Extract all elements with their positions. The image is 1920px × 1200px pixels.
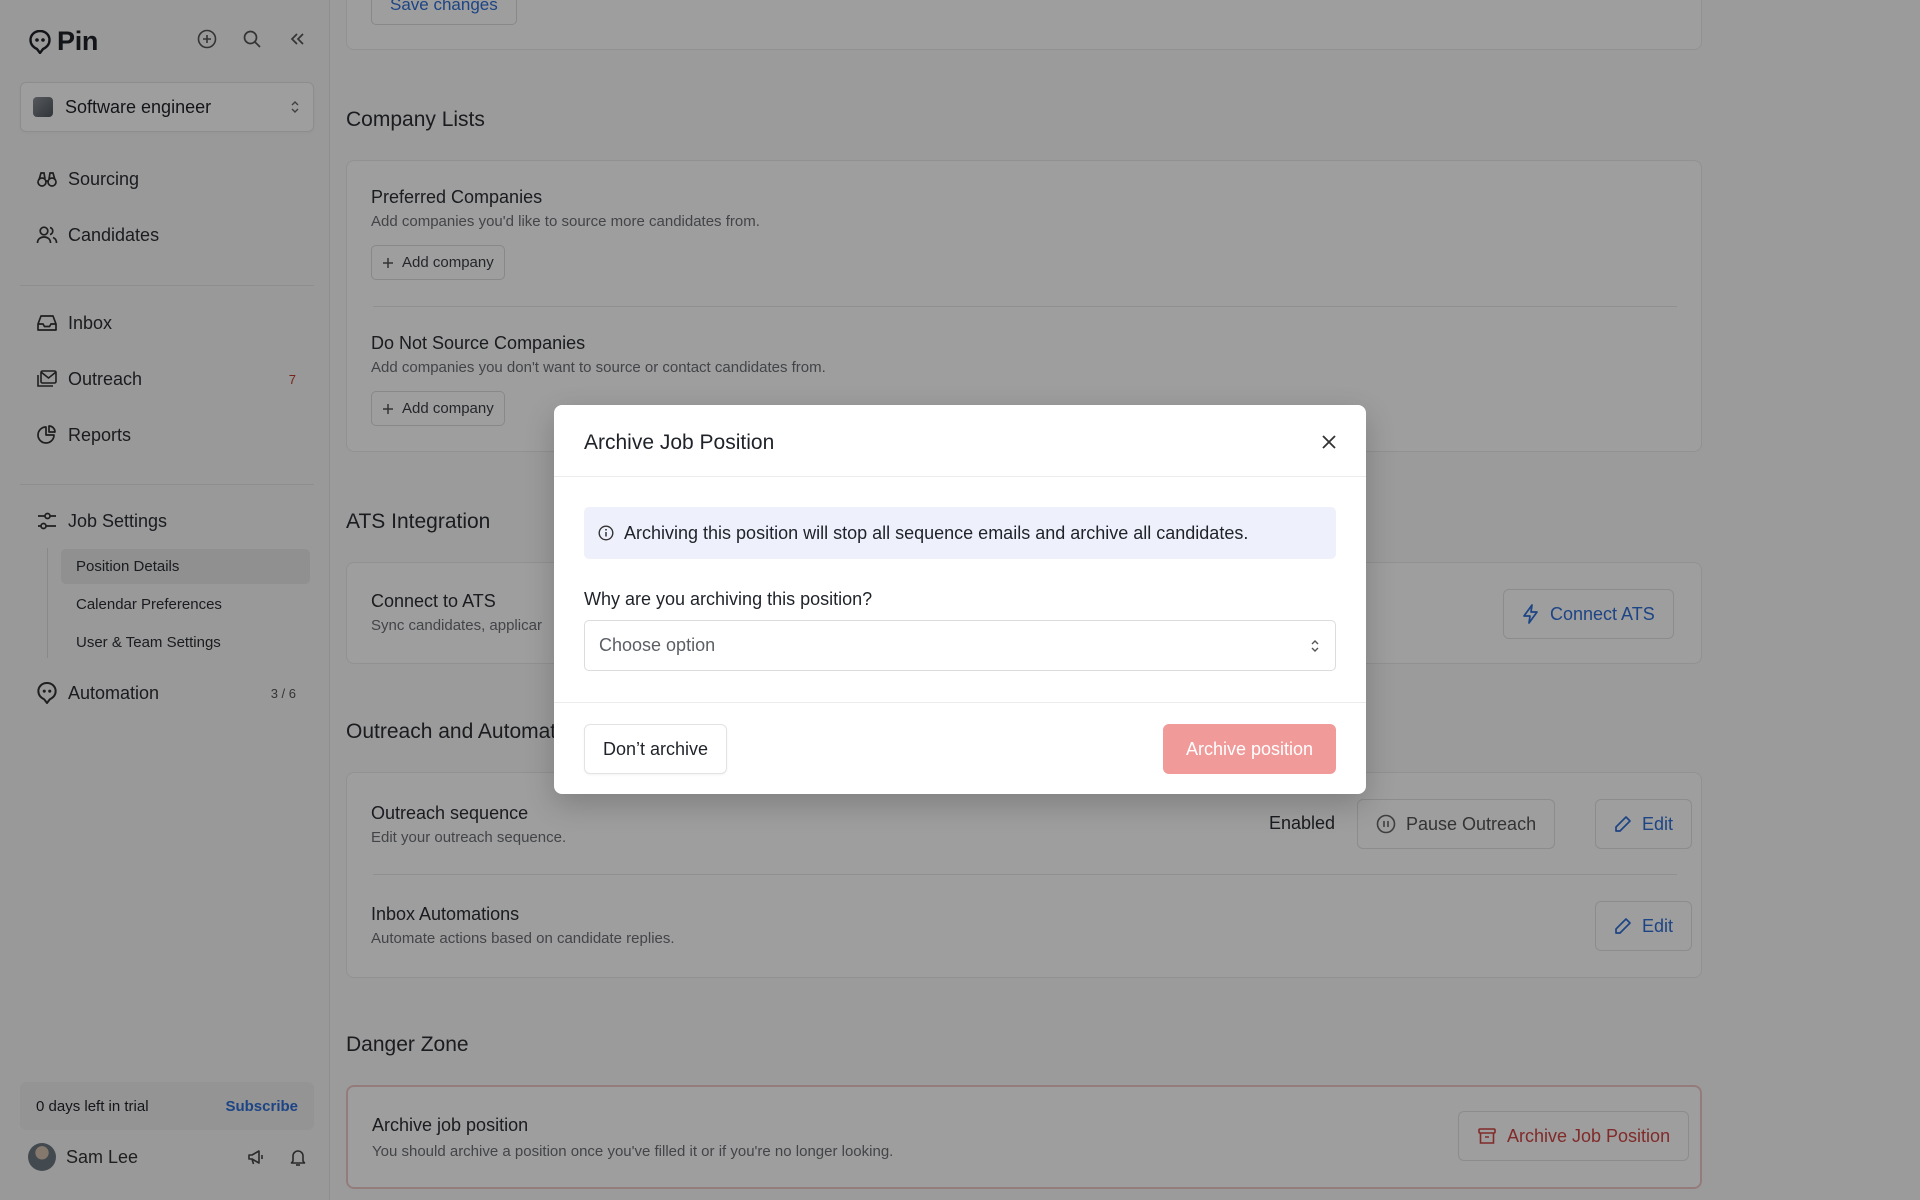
archive-position-button[interactable]: Archive position — [1163, 724, 1336, 774]
archive-reason-placeholder: Choose option — [599, 635, 716, 655]
modal-header-divider — [554, 476, 1366, 477]
close-icon — [1321, 434, 1337, 450]
modal-title: Archive Job Position — [584, 431, 775, 454]
modal-footer-divider — [554, 702, 1366, 703]
info-icon — [598, 525, 614, 541]
chevron-up-down-icon — [1309, 638, 1321, 654]
close-button[interactable] — [1318, 431, 1340, 453]
archive-reason-label: Why are you archiving this position? — [584, 589, 873, 609]
archive-warning-text: Archiving this position will stop all se… — [624, 522, 1249, 543]
archive-warning: Archiving this position will stop all se… — [584, 507, 1336, 559]
archive-modal: Archive Job Position Archiving this posi… — [554, 405, 1366, 794]
archive-reason-select[interactable]: Choose option — [584, 620, 1336, 671]
dont-archive-button[interactable]: Don’t archive — [584, 724, 728, 774]
